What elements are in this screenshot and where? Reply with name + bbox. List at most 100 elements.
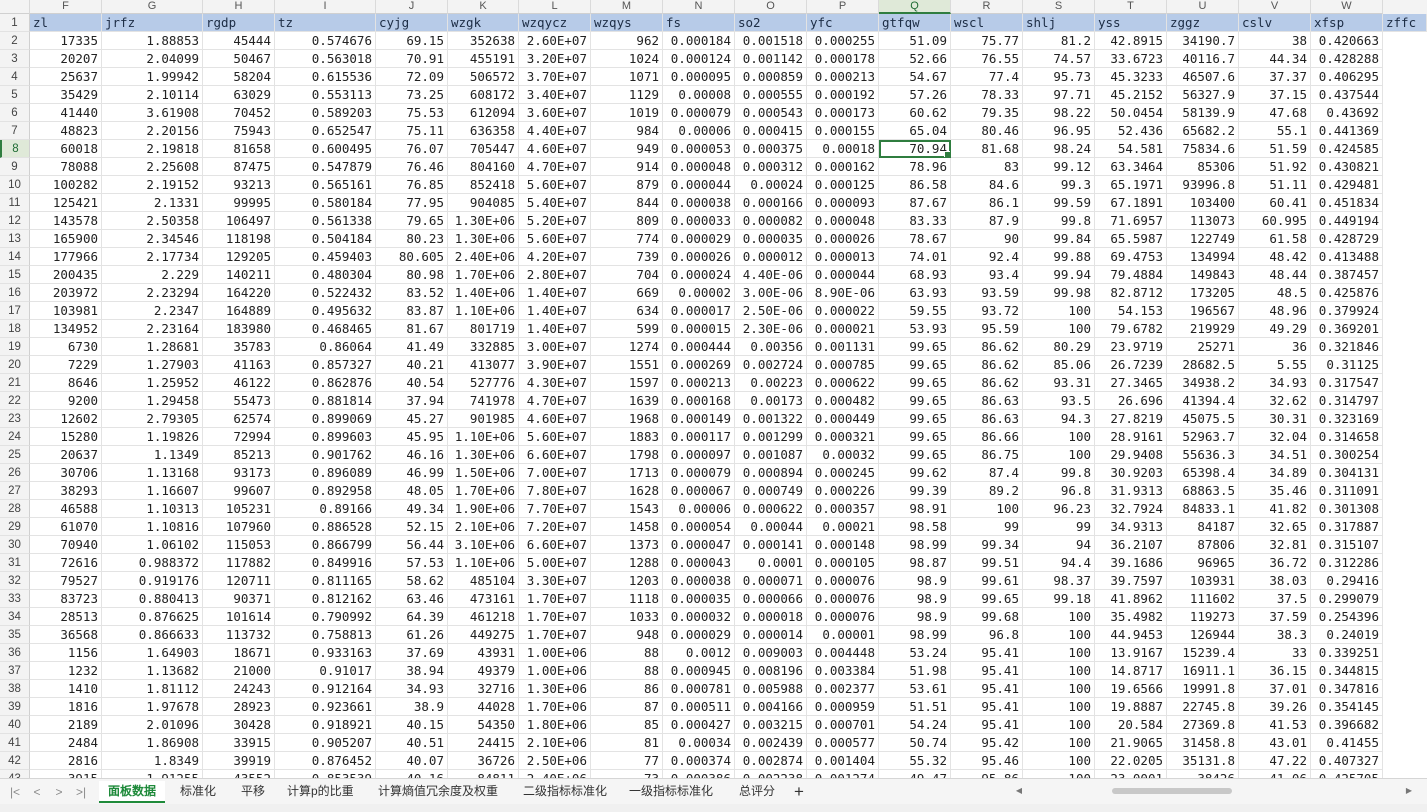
data-cell[interactable]: 99 [1023,518,1095,536]
horizontal-scrollbar[interactable]: ◀ ▶ [1012,783,1416,799]
data-cell[interactable]: 100 [1023,770,1095,778]
row-number[interactable]: 14 [0,248,30,266]
data-cell[interactable]: 804160 [448,158,519,176]
data-cell[interactable]: 0.000097 [663,446,735,464]
data-cell[interactable]: 0.000079 [663,104,735,122]
data-cell[interactable]: 36.2107 [1095,536,1167,554]
data-cell[interactable]: 165900 [30,230,102,248]
data-cell[interactable]: 55.1 [1239,122,1311,140]
data-cell[interactable]: 0.896089 [275,464,376,482]
data-cell[interactable]: 32716 [448,680,519,698]
column-letter-v[interactable]: V [1239,0,1311,14]
data-cell[interactable]: 1.70E+06 [519,698,591,716]
scroll-left-icon[interactable]: ◀ [1012,783,1026,799]
row-number[interactable]: 22 [0,392,30,410]
data-cell[interactable]: 1.30E+06 [519,680,591,698]
data-cell[interactable]: 76.46 [376,158,448,176]
data-cell[interactable]: 41440 [30,104,102,122]
data-cell[interactable]: 1543 [591,500,663,518]
data-cell[interactable]: 0.000029 [663,626,735,644]
data-cell[interactable]: 99.65 [879,392,951,410]
row-number[interactable]: 20 [0,356,30,374]
data-cell[interactable]: 36.72 [1239,554,1311,572]
row-number[interactable]: 11 [0,194,30,212]
data-cell[interactable]: 54350 [448,716,519,734]
column-letter-f[interactable]: F [30,0,102,14]
data-cell[interactable]: 99.8 [1023,464,1095,482]
data-cell[interactable]: 5.60E+07 [519,176,591,194]
data-cell[interactable]: 0.000894 [735,464,807,482]
data-cell[interactable]: 37.94 [376,392,448,410]
data-cell[interactable]: 0.000082 [735,212,807,230]
data-cell[interactable]: 1.27903 [102,356,203,374]
data-cell[interactable]: 45.95 [376,428,448,446]
data-cell[interactable]: 1.29458 [102,392,203,410]
data-cell[interactable]: 129205 [203,248,275,266]
data-cell[interactable]: 24415 [448,734,519,752]
data-cell[interactable]: 0.003215 [735,716,807,734]
data-cell[interactable]: 5.55 [1239,356,1311,374]
data-cell[interactable]: 0.000048 [663,158,735,176]
data-cell[interactable]: 103400 [1167,194,1239,212]
data-cell[interactable]: 449275 [448,626,519,644]
data-cell[interactable]: 1.70E+07 [519,590,591,608]
row-number[interactable]: 30 [0,536,30,554]
data-cell[interactable]: 0.000076 [807,608,879,626]
data-cell[interactable]: 43.01 [1239,734,1311,752]
data-cell[interactable]: 0.339251 [1311,644,1383,662]
data-cell[interactable]: 0.424585 [1311,140,1383,158]
data-cell[interactable]: 774 [591,230,663,248]
data-cell[interactable]: 844 [591,194,663,212]
data-cell[interactable]: 0.004448 [807,644,879,662]
data-cell[interactable]: 41394.4 [1167,392,1239,410]
data-cell[interactable]: 0.918921 [275,716,376,734]
data-cell[interactable]: 0.000444 [663,338,735,356]
data-cell[interactable]: 2.25608 [102,158,203,176]
data-cell[interactable]: 1.70E+07 [519,626,591,644]
data-cell[interactable]: 100 [1023,716,1095,734]
data-cell[interactable]: 0.000015 [663,320,735,338]
data-cell[interactable]: 99.68 [951,608,1023,626]
data-cell[interactable]: 0.001299 [735,428,807,446]
data-cell[interactable]: 461218 [448,608,519,626]
data-cell[interactable]: 98.22 [1023,104,1095,122]
data-cell[interactable]: 34.51 [1239,446,1311,464]
data-cell[interactable]: 0.00006 [663,122,735,140]
data-cell[interactable]: 113732 [203,626,275,644]
data-cell[interactable]: 0.563018 [275,50,376,68]
data-cell[interactable]: 81.67 [376,320,448,338]
data-cell[interactable]: 2.40E+06 [448,248,519,266]
data-cell[interactable]: 3.30E+07 [519,572,591,590]
data-cell[interactable]: 1.40E+06 [448,284,519,302]
data-cell[interactable]: 1713 [591,464,663,482]
data-cell[interactable]: 38.94 [376,662,448,680]
data-cell[interactable]: 90371 [203,590,275,608]
data-cell[interactable]: 0.314797 [1311,392,1383,410]
data-cell[interactable]: 1.70E+06 [448,482,519,500]
data-cell[interactable]: 76.07 [376,140,448,158]
data-cell[interactable]: 27369.8 [1167,716,1239,734]
data-cell[interactable]: 95.42 [951,734,1023,752]
data-cell[interactable]: 99.65 [879,410,951,428]
data-cell[interactable]: 2.04099 [102,50,203,68]
data-cell[interactable]: 18671 [203,644,275,662]
data-cell[interactable]: 87.67 [879,194,951,212]
data-cell[interactable]: 83 [951,158,1023,176]
data-cell[interactable]: 0.000386 [663,770,735,778]
data-cell[interactable]: 1639 [591,392,663,410]
data-cell[interactable]: 111602 [1167,590,1239,608]
data-cell[interactable]: 5.40E+07 [519,194,591,212]
data-cell[interactable]: 0.522432 [275,284,376,302]
data-cell[interactable]: 100 [1023,446,1095,464]
data-cell[interactable]: 126944 [1167,626,1239,644]
data-cell[interactable]: 65398.4 [1167,464,1239,482]
data-cell[interactable]: 26.696 [1095,392,1167,410]
data-cell[interactable]: 0.880413 [102,590,203,608]
data-cell[interactable]: 2.50E+06 [519,752,591,770]
data-cell[interactable]: 1019 [591,104,663,122]
data-cell[interactable]: 9200 [30,392,102,410]
data-cell[interactable]: 48823 [30,122,102,140]
data-cell[interactable]: 99.65 [879,428,951,446]
data-cell[interactable]: 0.600495 [275,140,376,158]
data-cell[interactable]: 0.857327 [275,356,376,374]
